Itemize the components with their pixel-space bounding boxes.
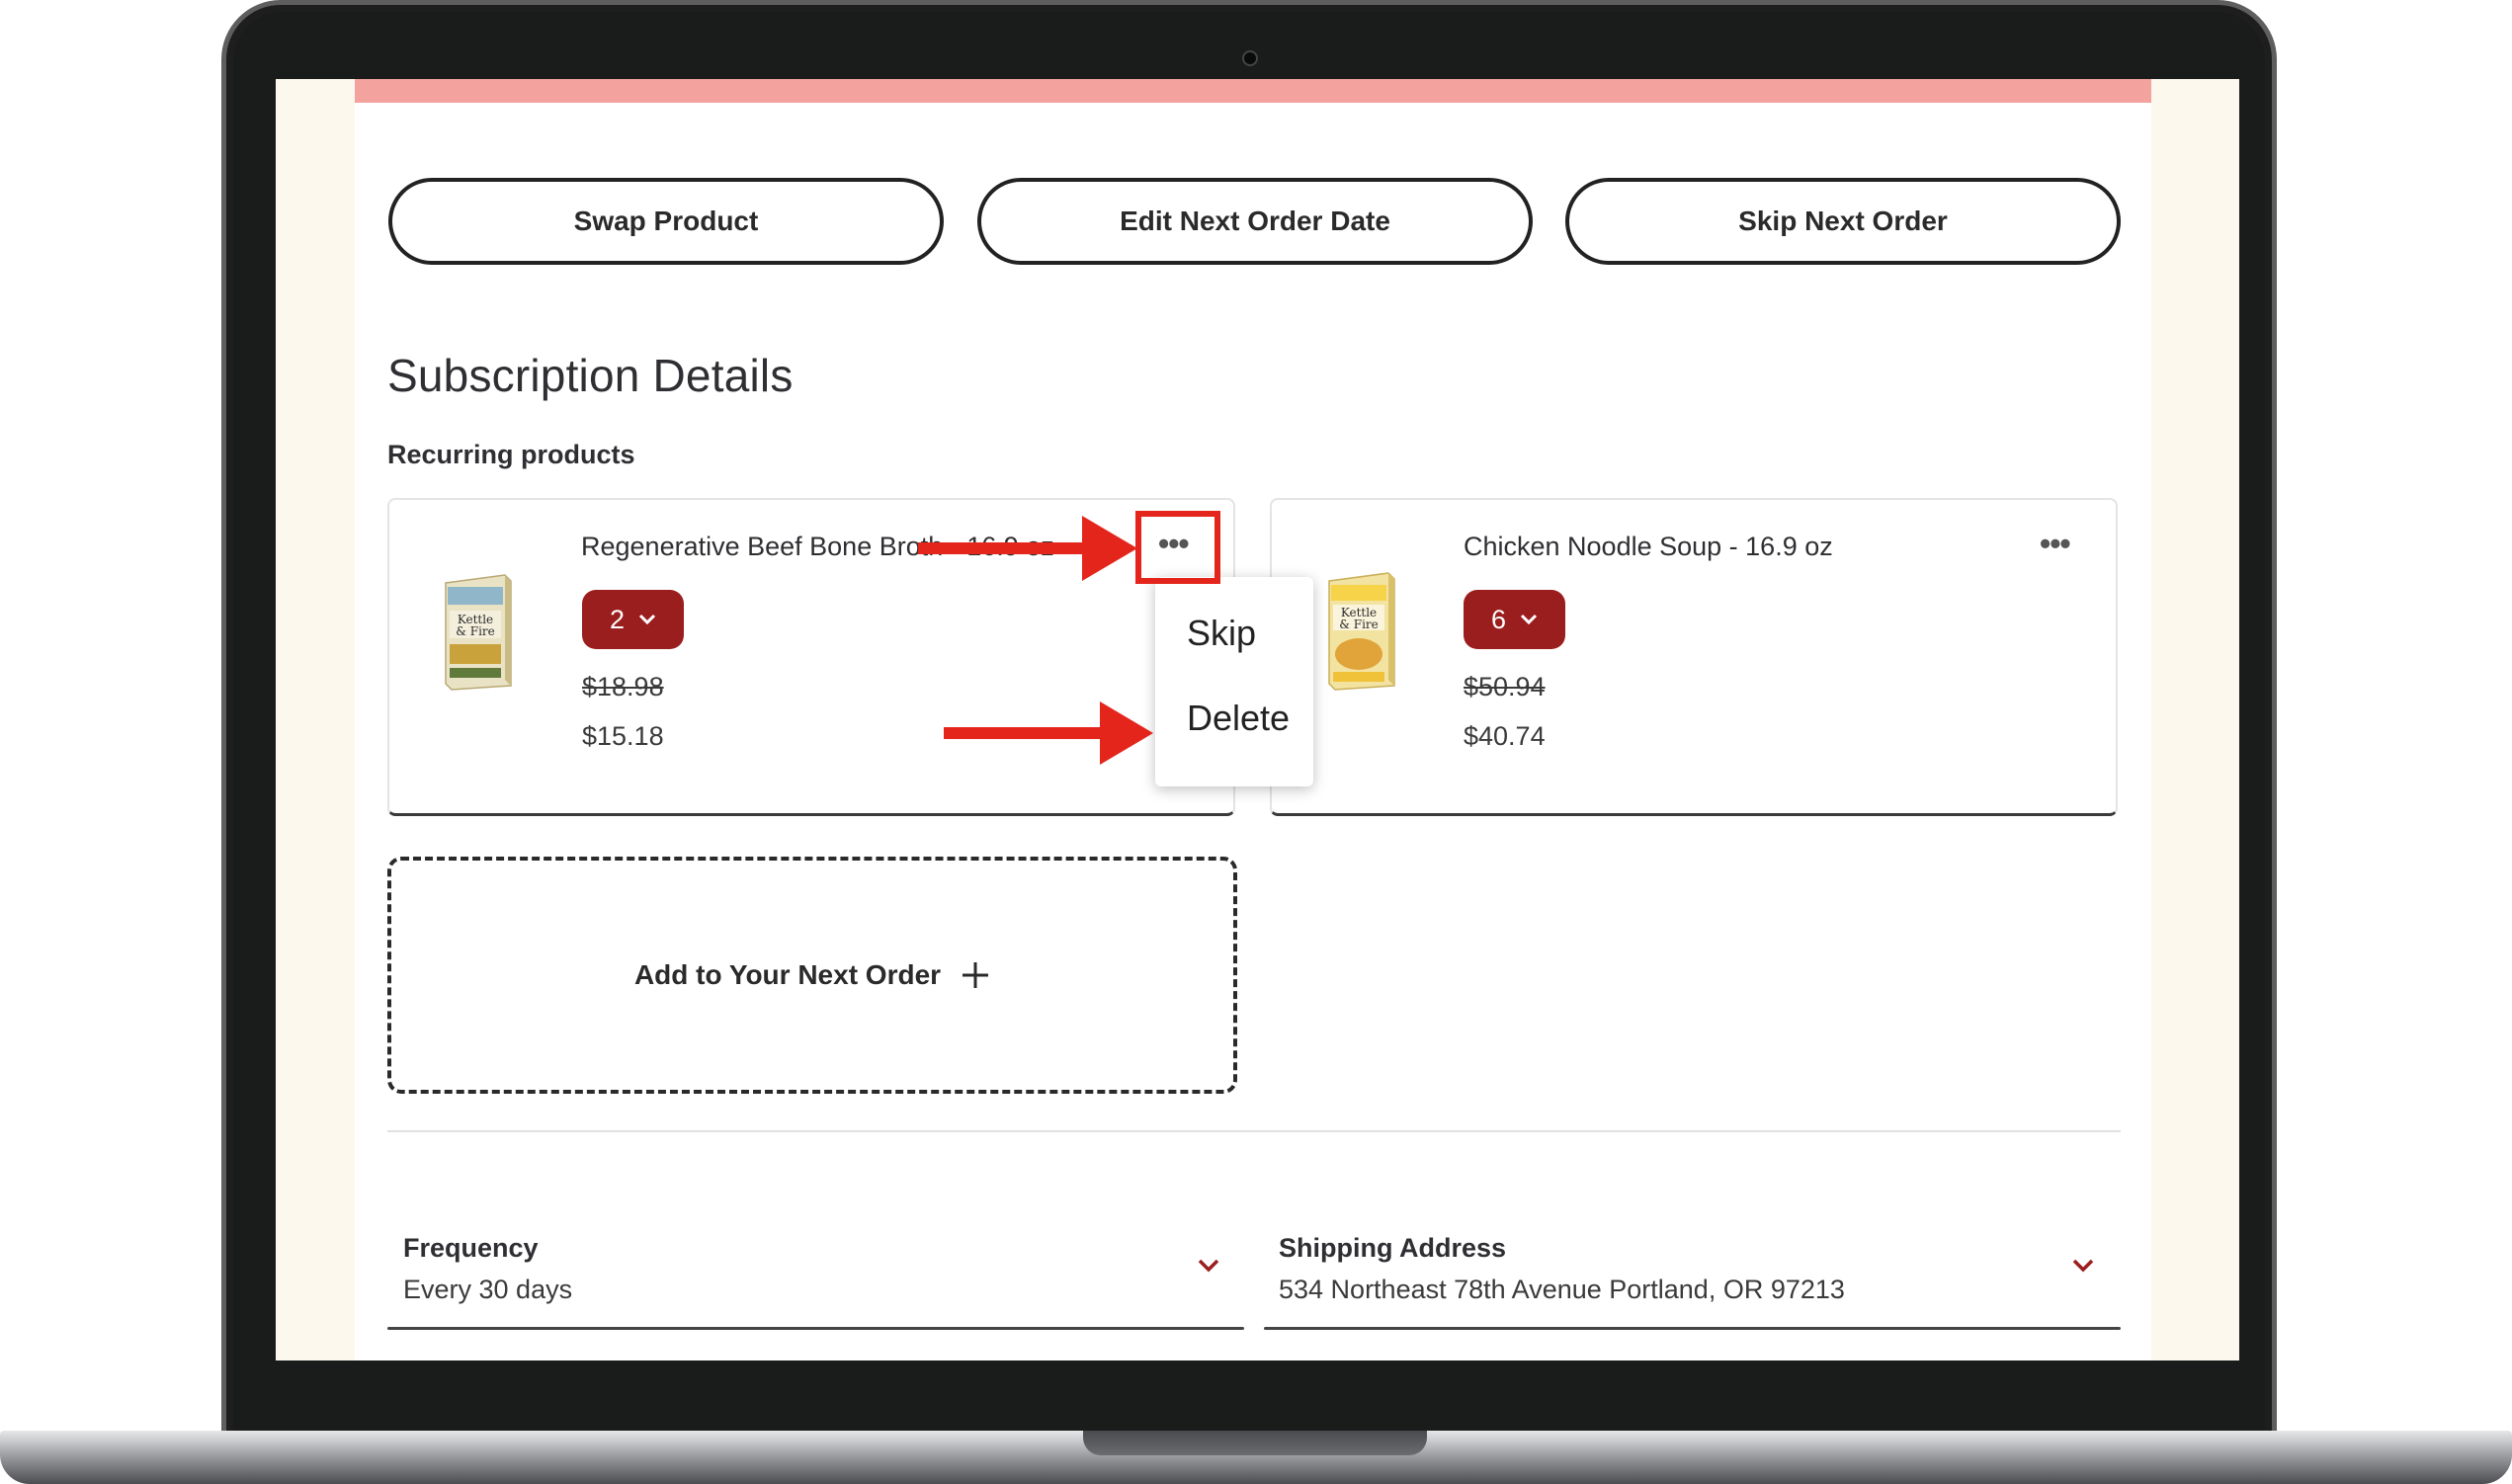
frequency-label: Frequency bbox=[403, 1233, 539, 1263]
annotation-arrow-icon bbox=[918, 516, 1137, 581]
original-price: $18.98 bbox=[582, 672, 664, 701]
screen: Swap Product Edit Next Order Date Skip N… bbox=[276, 79, 2239, 1360]
chevron-down-icon[interactable] bbox=[1197, 1258, 1220, 1274]
add-to-next-order-label: Add to Your Next Order bbox=[633, 959, 942, 990]
add-to-next-order-button[interactable]: Add to Your Next Order bbox=[387, 857, 1237, 1094]
sale-price: $15.18 bbox=[582, 721, 664, 751]
shipping-address-value: 534 Northeast 78th Avenue Portland, OR 9… bbox=[1279, 1275, 1845, 1304]
sale-price: $40.74 bbox=[1464, 721, 1546, 751]
section-title: Subscription Details bbox=[387, 350, 794, 401]
quantity-value: 2 bbox=[609, 604, 626, 634]
frequency-value: Every 30 days bbox=[403, 1275, 573, 1304]
quantity-select[interactable]: 2 bbox=[582, 590, 684, 649]
edit-next-order-date-label: Edit Next Order Date bbox=[1120, 206, 1390, 236]
laptop-hinge bbox=[1083, 1431, 1427, 1455]
shipping-address-underline bbox=[1264, 1327, 2121, 1330]
chevron-down-icon[interactable] bbox=[2071, 1258, 2095, 1274]
skip-next-order-button[interactable]: Skip Next Order bbox=[1565, 178, 2121, 265]
plus-icon bbox=[963, 962, 989, 988]
svg-text:& Fire: & Fire bbox=[1339, 618, 1379, 631]
skip-next-order-label: Skip Next Order bbox=[1738, 206, 1948, 236]
annotation-arrow-icon bbox=[944, 701, 1153, 765]
menu-item-skip[interactable]: Skip bbox=[1187, 613, 1256, 654]
shipping-address-label: Shipping Address bbox=[1279, 1233, 1507, 1263]
original-price: $50.94 bbox=[1464, 672, 1546, 701]
section-divider bbox=[387, 1130, 2121, 1132]
top-band bbox=[355, 79, 2151, 103]
quantity-select[interactable]: 6 bbox=[1464, 590, 1565, 649]
edit-next-order-date-button[interactable]: Edit Next Order Date bbox=[977, 178, 1533, 265]
quantity-value: 6 bbox=[1490, 604, 1507, 634]
annotation-highlight bbox=[1135, 511, 1220, 584]
svg-text:& Fire: & Fire bbox=[456, 624, 495, 638]
product-name: Chicken Noodle Soup - 16.9 oz bbox=[1464, 532, 1833, 561]
camera-icon bbox=[1242, 50, 1258, 66]
product-image: Kettle & Fire bbox=[1328, 572, 1395, 691]
swap-product-button[interactable]: Swap Product bbox=[388, 178, 944, 265]
chevron-down-icon bbox=[638, 614, 656, 625]
context-menu: Skip Delete bbox=[1155, 577, 1313, 786]
more-horizontal-icon[interactable]: ••• bbox=[2040, 526, 2071, 562]
swap-product-label: Swap Product bbox=[573, 206, 759, 236]
recurring-products-label: Recurring products bbox=[387, 440, 635, 469]
menu-item-delete[interactable]: Delete bbox=[1187, 698, 1290, 739]
product-image: Kettle & Fire bbox=[445, 574, 512, 691]
chevron-down-icon bbox=[1520, 614, 1538, 625]
frequency-underline bbox=[387, 1327, 1244, 1330]
